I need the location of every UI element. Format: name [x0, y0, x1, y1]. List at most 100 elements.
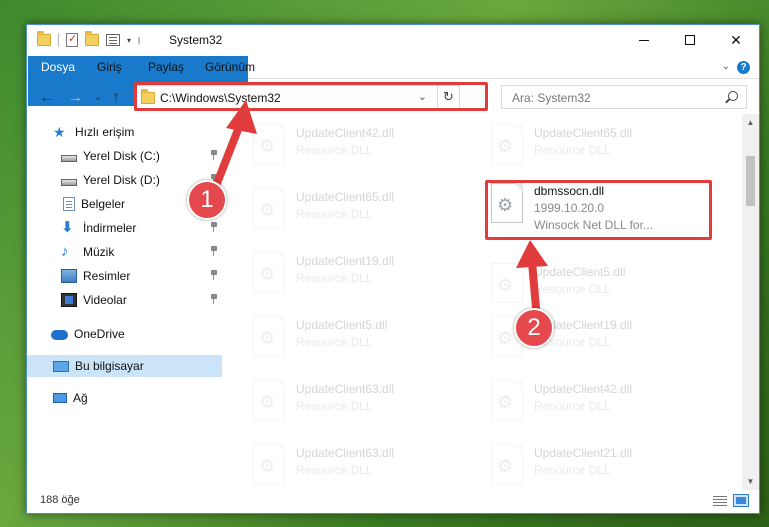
forward-arrow-icon[interactable]: → — [67, 89, 83, 107]
tab-gorunum[interactable]: Görünüm — [195, 56, 265, 79]
file-name: UpdateClient5.dll — [534, 265, 626, 279]
maximize-icon — [685, 35, 695, 45]
help-icon[interactable]: ? — [737, 61, 750, 74]
maximize-button[interactable] — [667, 25, 713, 55]
window-controls: ✕ — [621, 25, 759, 55]
large-icons-view-icon[interactable] — [733, 494, 749, 507]
sidebar-item-label: Belgeler — [81, 197, 126, 211]
close-icon: ✕ — [730, 31, 742, 48]
pin-icon[interactable] — [210, 222, 218, 232]
search-icon[interactable] — [728, 91, 738, 101]
sidebar-item-label: Bu bilgisayar — [75, 359, 144, 373]
file-description: Resource DLL — [296, 399, 373, 413]
file-list: UpdateClient42.dll Resource DLL UpdateCl… — [247, 114, 737, 488]
file-description: Resource DLL — [534, 463, 611, 477]
sidebar-item-label: Yerel Disk (C:) — [83, 149, 160, 163]
music-icon: ♪ — [61, 243, 69, 260]
minimize-button[interactable] — [621, 25, 667, 55]
dll-file-icon — [253, 252, 285, 292]
file-tile[interactable]: UpdateClient65.dll Resource DLL — [247, 183, 467, 233]
close-button[interactable]: ✕ — [713, 25, 759, 55]
details-view-icon[interactable] — [713, 495, 727, 506]
file-name: UpdateClient5.dll — [296, 318, 388, 332]
sidebar-item-music[interactable]: ♪ Müzik — [27, 241, 222, 263]
downloads-icon: ⬇ — [61, 219, 74, 236]
file-tile[interactable]: UpdateClient63.dll Resource DLL — [247, 439, 467, 488]
sidebar-item-pictures[interactable]: Resimler — [27, 265, 222, 287]
dll-file-icon — [253, 124, 285, 164]
file-tile[interactable]: UpdateClient42.dll Resource DLL — [247, 119, 467, 169]
sidebar-item-label: Resimler — [83, 269, 131, 283]
up-arrow-icon[interactable]: ↑ — [112, 89, 120, 107]
sidebar-item-network[interactable]: Ağ — [27, 387, 222, 409]
step-badge-2: 2 — [514, 308, 554, 348]
sidebar-item-this-pc[interactable]: Bu bilgisayar — [27, 355, 222, 377]
new-folder-icon[interactable] — [85, 31, 99, 46]
pin-icon[interactable] — [210, 150, 218, 160]
file-tile[interactable]: UpdateClient63.dll Resource DLL — [247, 375, 467, 425]
properties-icon[interactable] — [66, 32, 78, 47]
file-tile[interactable]: UpdateClient42.dll Resource DLL — [485, 375, 705, 425]
network-icon — [53, 393, 67, 403]
file-tile[interactable]: UpdateClient19.dll Resource DLL — [247, 247, 467, 297]
this-pc-icon — [53, 360, 69, 372]
vertical-scrollbar[interactable]: ▲ ▼ — [742, 114, 759, 490]
pin-icon[interactable] — [210, 246, 218, 256]
search-box[interactable]: Ara: System32 — [501, 85, 747, 109]
scroll-up-icon[interactable]: ▲ — [742, 114, 759, 131]
file-tile[interactable]: UpdateClient65.dll Resource DLL — [485, 119, 705, 169]
address-bar-highlight — [134, 82, 488, 111]
dll-file-icon — [491, 124, 523, 164]
file-description: Resource DLL — [534, 143, 611, 157]
expand-ribbon-chevron-icon[interactable]: ⌄ — [722, 61, 730, 72]
file-name: UpdateClient21.dll — [534, 446, 633, 460]
sidebar-item-videos[interactable]: Videolar — [27, 289, 222, 311]
sidebar-item-onedrive[interactable]: OneDrive — [27, 323, 222, 345]
star-icon: ★ — [53, 124, 66, 140]
tab-giris[interactable]: Giriş — [87, 56, 132, 79]
documents-icon — [63, 197, 75, 211]
search-input[interactable]: Ara: System32 — [512, 91, 591, 105]
file-name: UpdateClient65.dll — [534, 126, 633, 140]
sidebar-item-quick-access[interactable]: ★ Hızlı erişim — [27, 121, 222, 143]
sidebar-item-label: Hızlı erişim — [75, 125, 135, 139]
onedrive-icon — [51, 330, 68, 340]
file-tile[interactable]: UpdateClient5.dll Resource DLL — [485, 258, 705, 308]
dll-file-icon — [253, 316, 285, 356]
file-description: Resource DLL — [296, 143, 373, 157]
file-description: Resource DLL — [296, 271, 373, 285]
customize-toolbar-chevron-icon[interactable]: ▾ — [127, 36, 131, 45]
scrollbar-thumb[interactable] — [746, 156, 755, 206]
file-name: UpdateClient42.dll — [534, 382, 633, 396]
file-name: UpdateClient65.dll — [296, 190, 395, 204]
sidebar-item-local-disk-c[interactable]: Yerel Disk (C:) — [27, 145, 222, 167]
file-tile[interactable]: UpdateClient21.dll Resource DLL — [485, 439, 705, 488]
file-name: UpdateClient63.dll — [296, 382, 395, 396]
toolbar-pipe-icon: | — [138, 35, 141, 45]
toolbar-divider — [58, 33, 59, 47]
view-options-icon[interactable] — [106, 34, 120, 46]
file-name: UpdateClient42.dll — [296, 126, 395, 140]
dll-file-icon — [491, 263, 523, 303]
recent-locations-chevron-icon[interactable]: ⌄ — [94, 92, 102, 103]
sidebar-item-label: Videolar — [83, 293, 127, 307]
dll-file-icon — [491, 380, 523, 420]
navigation-pane: ★ Hızlı erişim Yerel Disk (C:) Yerel Dis… — [27, 121, 222, 491]
tab-paylas[interactable]: Paylaş — [138, 56, 194, 79]
file-tile[interactable]: UpdateClient5.dll Resource DLL — [247, 311, 467, 361]
file-description: Resource DLL — [534, 282, 611, 296]
folder-icon — [37, 31, 51, 46]
pin-icon[interactable] — [210, 270, 218, 280]
ribbon-tabs: Dosya Giriş Paylaş Görünüm ⌄ ? — [27, 56, 759, 106]
file-description: Resource DLL — [296, 463, 373, 477]
sidebar-item-label: Yerel Disk (D:) — [83, 173, 160, 187]
videos-icon — [61, 293, 77, 307]
pin-icon[interactable] — [210, 294, 218, 304]
back-arrow-icon[interactable]: ← — [39, 89, 55, 107]
sidebar-item-downloads[interactable]: ⬇ İndirmeler — [27, 217, 222, 239]
drive-icon — [61, 178, 77, 186]
file-highlight — [485, 180, 712, 240]
file-name: UpdateClient19.dll — [296, 254, 395, 268]
sidebar-item-label: Ağ — [73, 391, 88, 405]
scroll-down-icon[interactable]: ▼ — [742, 473, 759, 490]
